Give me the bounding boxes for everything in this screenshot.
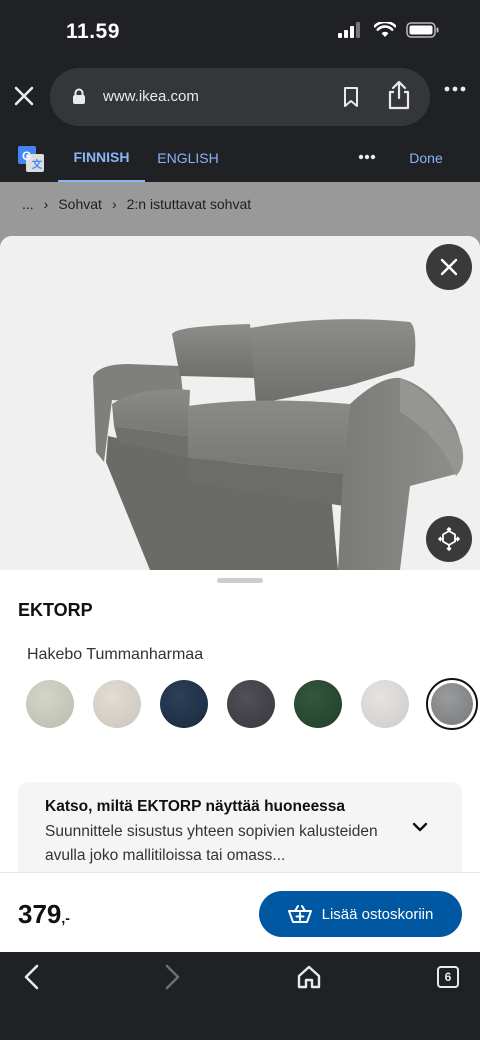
translate-done-button[interactable]: Done [398,134,454,182]
breadcrumb-item-2-seat[interactable]: 2:n istuttavat sohvat [127,196,252,212]
breadcrumb: ... › Sohvat › 2:n istuttavat sohvat [22,196,251,212]
svg-text:文: 文 [32,158,43,171]
price-bar: 379,- Lisää ostoskoriin [0,872,480,952]
back-icon[interactable] [20,964,44,990]
google-translate-icon: G 文 [18,146,44,172]
translate-bar: G 文 FINNISH ENGLISH Done [0,134,480,182]
close-icon [440,258,458,276]
tab-english[interactable]: ENGLISH [148,134,228,182]
product-sheet: EKTORP Hakebo Tummanharmaa Katso, miltä … [0,236,480,952]
browser-bottom-nav: 6 [0,952,480,1040]
close-viewer-button[interactable] [426,244,472,290]
price: 379,- [18,899,70,930]
add-to-cart-button[interactable]: Lisää ostoskoriin [259,891,462,937]
swatch[interactable] [227,680,275,728]
tab-finnish[interactable]: FINNISH [58,134,145,182]
drag-handle[interactable] [217,578,263,583]
forward-icon[interactable] [160,964,184,990]
price-value: 379 [18,899,62,929]
svg-text:G: G [22,149,31,163]
status-bar: 11.59 [0,0,480,62]
close-icon[interactable] [12,84,36,108]
share-icon[interactable] [386,80,412,110]
swatch[interactable] [294,680,342,728]
lock-icon [73,88,85,104]
swatch[interactable] [361,680,409,728]
rotate-3d-button[interactable] [426,516,472,562]
ar-card-title: Katso, miltä EKTORP näyttää huoneessa [45,798,346,815]
breadcrumb-ellipsis[interactable]: ... [22,196,34,212]
swatch[interactable] [160,680,208,728]
browser-toolbar: www.ikea.com [0,62,480,134]
color-name: Hakebo Tummanharmaa [27,646,204,663]
swatch[interactable] [26,680,74,728]
3d-viewer[interactable] [0,236,480,570]
status-time: 11.59 [66,20,120,43]
swatch[interactable] [93,680,141,728]
chevron-down-icon[interactable] [412,822,428,832]
more-icon[interactable] [444,86,466,92]
ar-card-description: Suunnittele sisustus yhteen sopivien kal… [45,823,378,864]
signal-icon [338,22,360,38]
home-icon[interactable] [296,964,322,990]
chevron-right-icon: › [111,196,117,212]
product-name: EKTORP [18,600,93,620]
url-bar[interactable]: www.ikea.com [50,68,430,126]
translate-more-icon[interactable] [358,154,376,160]
breadcrumb-item-sohvat[interactable]: Sohvat [58,196,102,212]
bookmark-icon[interactable] [342,86,360,108]
tab-switcher-button[interactable]: 6 [437,966,459,988]
status-icons [338,22,440,38]
price-suffix: ,- [61,910,70,926]
cart-add-icon [287,905,312,923]
sofa-image [93,319,464,570]
swatch-selected[interactable] [426,678,478,730]
wifi-icon [374,22,396,37]
battery-icon [406,22,439,38]
url-text: www.ikea.com [103,88,199,105]
chevron-right-icon: › [43,196,49,212]
rotate-3d-icon [437,527,461,551]
add-to-cart-label: Lisää ostoskoriin [321,905,434,923]
